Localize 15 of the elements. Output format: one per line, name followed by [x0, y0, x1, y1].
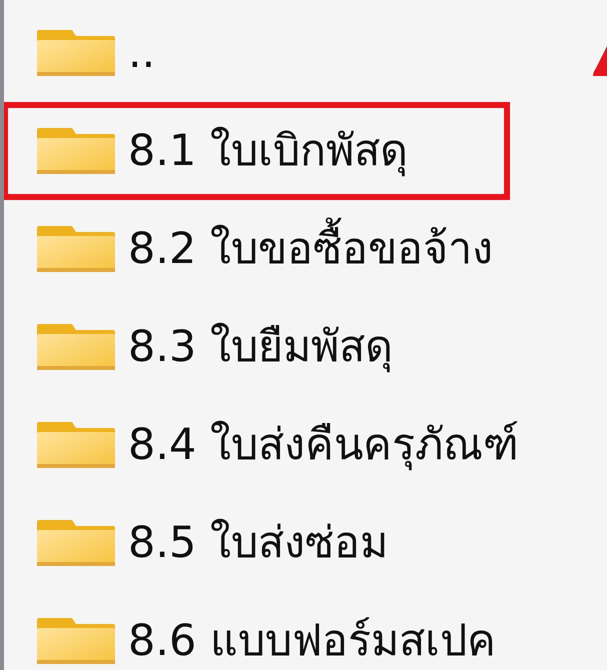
- folder-name[interactable]: 8.1 ใบเบิกพัสดุ: [128, 116, 408, 186]
- folder-name[interactable]: 8.3 ใบยืมพัสดุ: [128, 312, 394, 382]
- folder-icon: [36, 422, 116, 468]
- folder-icon: [36, 520, 116, 566]
- folder-icon: [36, 128, 116, 174]
- folder-icon: [36, 618, 116, 664]
- folder-name[interactable]: ..: [128, 18, 156, 88]
- folder-icon: [36, 30, 116, 76]
- folder-icon: [36, 324, 116, 370]
- folder-name[interactable]: 8.4 ใบส่งคืนครุภัณฑ์: [128, 410, 520, 480]
- folder-name[interactable]: 8.2 ใบขอซื้อขอจ้าง: [128, 214, 494, 284]
- folder-name[interactable]: 8.6 แบบฟอร์มสเปค: [128, 606, 496, 670]
- arrow-head-icon: [593, 46, 607, 76]
- folder-name[interactable]: 8.5 ใบส่งซ่อม: [128, 508, 388, 578]
- folder-icon: [36, 226, 116, 272]
